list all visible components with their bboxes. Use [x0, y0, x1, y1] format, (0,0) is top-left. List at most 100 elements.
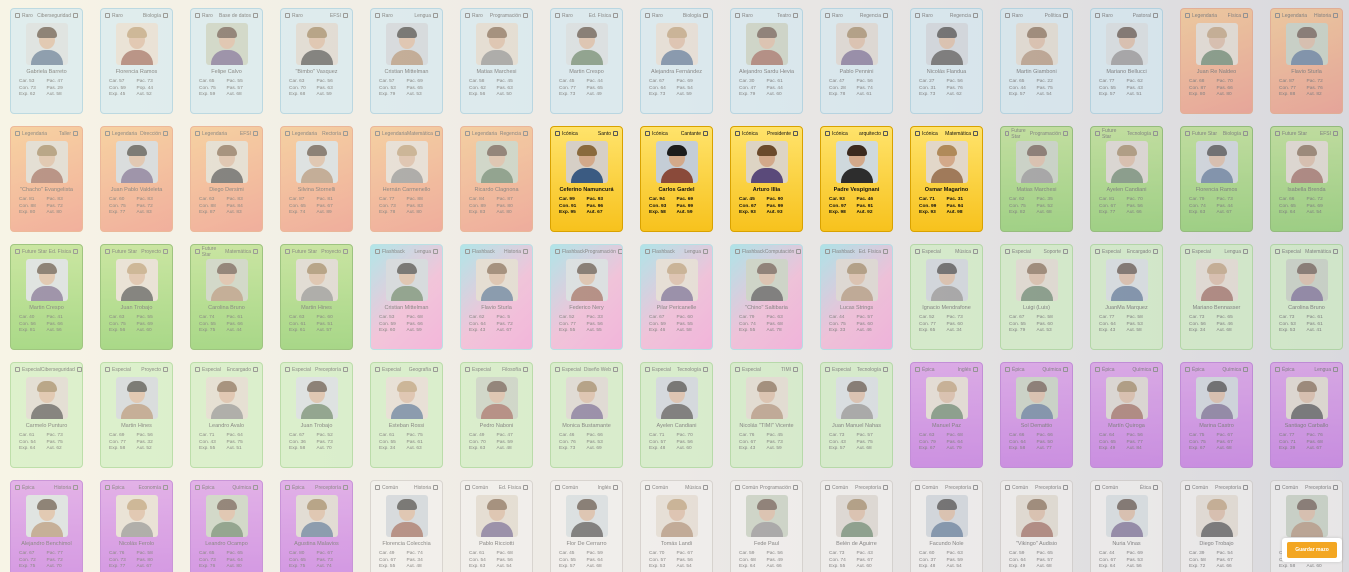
player-card[interactable]: Future Star Programación Matias Marchesi Ca…	[1000, 126, 1073, 232]
player-card[interactable]: Raro Regencia Nicolás Flandua Car. 27 Pac. 5…	[910, 8, 983, 114]
subject-icon	[703, 485, 708, 490]
player-card[interactable]: Future Star Proyecto Martin Hines Car. 63 Pa…	[280, 244, 353, 350]
card-header: Future Star EFSI	[1275, 130, 1338, 137]
player-card[interactable]: Raro EFSI "Bimbo" Vasquez Car. 63 Pac. 56 Con…	[280, 8, 353, 114]
player-card[interactable]: Flashback Programación Federico Nery Car. 5…	[550, 244, 623, 350]
player-card[interactable]: Legendaria Taller "Chacho" Evangelista Car.…	[10, 126, 83, 232]
player-card[interactable]: Común Música Tomás Landi Car. 70 Pac. 67 Con.…	[640, 480, 713, 572]
player-card[interactable]: Especial Filosofía Pedro Naboni Car. 49 Pac.…	[460, 362, 533, 468]
card-header: Común Ética	[1095, 484, 1158, 491]
player-card[interactable]: Future Star Tecnología Ayelen Candiani Car.…	[1090, 126, 1163, 232]
player-card[interactable]: Legendaria Regencia Ricardo Clagnona Car. 8…	[460, 126, 533, 232]
player-card[interactable]: Raro Pastoral Mariano Bellucci Car. 77 Pac. …	[1090, 8, 1163, 114]
player-card[interactable]: Raro Regencia Pablo Pennini Car. 47 Pac. 56 C…	[820, 8, 893, 114]
player-card[interactable]: Raro Biología Alejandra Fernández Car. 67 Pa…	[640, 8, 713, 114]
player-card[interactable]: Legendaria Dirección Juan Pablo Valdeleta C…	[100, 126, 173, 232]
player-card[interactable]: Icónica Santo Ceferino Namuncurá Car. 99 Pac…	[550, 126, 623, 232]
card-subject: Química	[232, 485, 258, 491]
player-card[interactable]: Común Preceptoría Diego Trobajo Car. 39 Pac.…	[1180, 480, 1253, 572]
player-card[interactable]: Flashback Historia Flavio Sturla Car. 62 Pac…	[460, 244, 533, 350]
player-card[interactable]: Épica Economía Nicolás Ferolo Car. 76 Pac. 5…	[100, 480, 173, 572]
player-card[interactable]: Común Ética Nuria Vinas Car. 44 Pac. 69 Con. …	[1090, 480, 1163, 572]
player-card[interactable]: Flashback Ed. Física Lucas Strings Car. 44 P…	[820, 244, 893, 350]
card-header: Future Star Biología	[1185, 130, 1248, 137]
card-header: Icónica Cantante	[645, 130, 708, 137]
player-card[interactable]: Raro Base de datos Felipe Calvo Car. 65 Pac.…	[190, 8, 263, 114]
player-card[interactable]: Icónica arquitecto Padre Vespignani Car. 93…	[820, 126, 893, 232]
stat-value: Pac. 46	[856, 197, 874, 202]
card-photo	[1285, 495, 1328, 537]
player-card[interactable]: Raro Política Martin Giamboni Car. 65 Pac. 2…	[1000, 8, 1073, 114]
player-card[interactable]: Icónica Presidente Arturo Illia Car. 45 Pac.…	[730, 126, 803, 232]
stat-value: Pas. 61	[406, 439, 423, 445]
player-card[interactable]: Flashback Lengua Cristian Mittelman Car. 53…	[370, 244, 443, 350]
stat-value: Exp. 83	[469, 210, 486, 215]
stat-value: Con. 97	[829, 203, 847, 209]
player-card[interactable]: Épica Historia Alejandro Benchimol Car. 67 P…	[10, 480, 83, 572]
player-card[interactable]: Especial Lengua Mariano Bennasser Car. 73 Pa…	[1180, 244, 1253, 350]
player-card[interactable]: Future Star Ed. Física Martin Crespo Car. 4…	[10, 244, 83, 350]
card-photo	[1285, 259, 1328, 301]
rarity-icon	[915, 131, 920, 136]
player-card[interactable]: Épica Lengua Santiago Carballo Car. 77 Pac. …	[1270, 362, 1343, 468]
player-card[interactable]: Icónica Cantante Carlos Gardel Car. 94 Pac. …	[640, 126, 713, 232]
player-card[interactable]: Especial Soporte Luigi (Luis) Car. 67 Pac. 5…	[1000, 244, 1073, 350]
player-card[interactable]: Especial Diseño Web Monica Bustamante Car. …	[550, 362, 623, 468]
player-card[interactable]: Épica Química Leandro Ocampo Car. 65 Pac. 65…	[190, 480, 263, 572]
player-card[interactable]: Legendaria Historia Flavio Sturla Car. 87 Pa…	[1270, 8, 1343, 114]
player-card[interactable]: Épica Preceptoría Agustina Malavios Car. 80…	[280, 480, 353, 572]
stat-value: Con. 31	[919, 85, 936, 91]
stat-value: Exp. 79	[739, 92, 756, 97]
player-card[interactable]: Épica Inglés Manuel Paz Car. 63 Pac. 68 Con. …	[910, 362, 983, 468]
save-deck-button[interactable]: Guardar mazo	[1287, 542, 1337, 558]
player-card[interactable]: Legendaria Física Juan Re Naldeo Car. 68 Pac…	[1180, 8, 1253, 114]
photo-body	[660, 286, 693, 301]
player-card[interactable]: Común Inglés Flor De Cerrarro Car. 45 Pac. 5…	[550, 480, 623, 572]
player-card[interactable]: Especial Encargado Leandro Avalo Car. 71 Pac…	[190, 362, 263, 468]
player-card[interactable]: Legendaria Rectoría Silvina Stornelli Car. …	[280, 126, 353, 232]
player-card[interactable]: Legendaria Matemática Hernán Carmenello Car…	[370, 126, 443, 232]
player-card[interactable]: Común Preceptoría Facundo Nole Car. 60 Pac. …	[910, 480, 983, 572]
player-card[interactable]: Future Star Biología Florencia Ramos Car. 7…	[1180, 126, 1253, 232]
player-card[interactable]: Especial Matemática Carolina Bruno Car. 73 P…	[1270, 244, 1343, 350]
player-card[interactable]: Flashback Computación "Chino" Saltibaria Ca…	[730, 244, 803, 350]
player-card[interactable]: Raro Programación Matias Marchesi Car. 58 Pa…	[460, 8, 533, 114]
stat-value: Pas. 59	[946, 557, 963, 563]
player-card[interactable]: Raro Ciberseguridad Gabriela Barreto Car. 5…	[10, 8, 83, 114]
player-card[interactable]: Especial Ciberseguridad Carmelo Punturo Car…	[10, 362, 83, 468]
rarity-label: Especial	[742, 366, 761, 373]
card-rarity: Raro	[825, 13, 843, 19]
player-card[interactable]: Icónica Matemática Osmar Magarino Car. 71 Pa…	[910, 126, 983, 232]
card-header: Épica Historia	[15, 484, 78, 491]
player-card[interactable]: Especial Tecnología Juan Manuel Nahas Car. …	[820, 362, 893, 468]
player-card[interactable]: Future Star Proyecto Juan Trobajo Car. 63 Pa…	[100, 244, 173, 350]
player-card[interactable]: Future Star Matemática Carolina Bruno Car. …	[190, 244, 263, 350]
player-card[interactable]: Especial Proyecto Martin Hines Car. 69 Pac. …	[100, 362, 173, 468]
player-card[interactable]: Común Preceptoría Belén de Aguirre Car. 73 P…	[820, 480, 893, 572]
card-photo	[115, 377, 158, 419]
player-card[interactable]: Común Historia Florencia Colecchia Car. 49 P…	[370, 480, 443, 572]
player-card[interactable]: Épica Química Martín Quiroga Car. 64 Pac. 56…	[1090, 362, 1163, 468]
player-card[interactable]: Future Star EFSI Isabella Brenda Car. 66 Pac…	[1270, 126, 1343, 232]
player-card[interactable]: Común Ed. Física Pablo Ricciotti Car. 61 Pac…	[460, 480, 533, 572]
player-card[interactable]: Común Programación Fede Paul Car. 59 Pac. 56…	[730, 480, 803, 572]
player-card[interactable]: Épica Química Marina Castro Car. 75 Pac. 67 C…	[1180, 362, 1253, 468]
player-card[interactable]: Raro Biología Florencia Ramos Car. 57 Pac. 7…	[100, 8, 173, 114]
card-rarity: Raro	[1005, 13, 1023, 19]
player-card[interactable]: Especial Geografía Esteban Rossi Car. 61 Pac…	[370, 362, 443, 468]
photo-body	[300, 404, 333, 419]
player-card[interactable]: Raro Teatro Alejandro Sardu Hevia Car. 30 Pa…	[730, 8, 803, 114]
player-card[interactable]: Épica Química Sol Demattio Car. 66 Pac. 66 Co…	[1000, 362, 1073, 468]
player-card[interactable]: Raro Lengua Cristian Mittelman Car. 57 Pac. …	[370, 8, 443, 114]
rarity-icon	[285, 485, 290, 490]
player-card[interactable]: Raro Ed. Física Martin Crespo Car. 45 Pac. 4…	[550, 8, 623, 114]
player-card[interactable]: Especial Tecnología Ayelen Candiani Car. 71…	[640, 362, 713, 468]
player-card[interactable]: Legendaria EFSI Diego Dersimi Car. 63 Pac. 8…	[190, 126, 263, 232]
player-card[interactable]: Común Preceptoría "Vikingo" Audisio Car. 59…	[1000, 480, 1073, 572]
player-card[interactable]: Especial Música Ignacio Mendrafone Car. 52 P…	[910, 244, 983, 350]
player-card[interactable]: Flashback Lengua Pilar Pericanelle Car. 67 P…	[640, 244, 713, 350]
player-card[interactable]: Especial TIMI Nicolás "TIMI" Vicente Car. 7…	[730, 362, 803, 468]
photo-body	[1290, 50, 1323, 65]
player-card[interactable]: Especial Preceptoría Juan Trobajo Car. 67 Pa…	[280, 362, 353, 468]
player-card[interactable]: Especial Encargado JuanMa Marquez Car. 77 Pa…	[1090, 244, 1163, 350]
